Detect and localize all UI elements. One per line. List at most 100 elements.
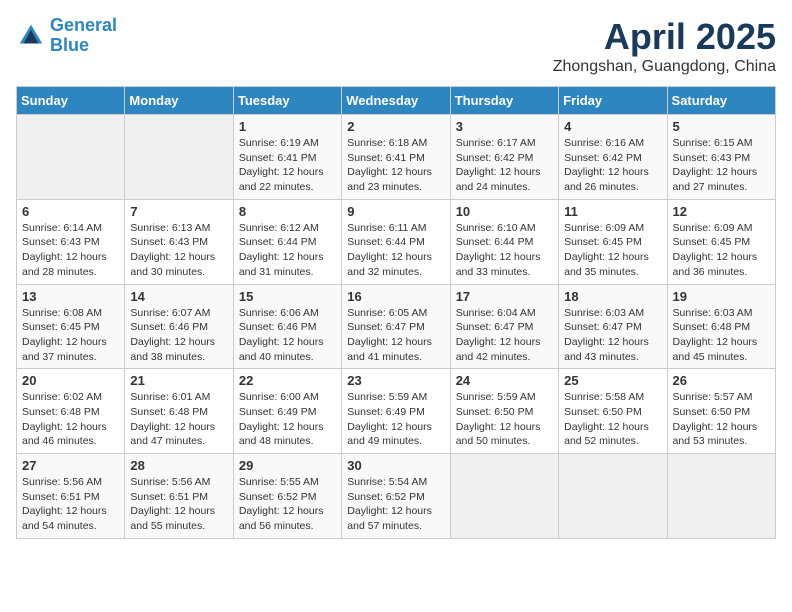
day-info: Sunrise: 6:09 AMSunset: 6:45 PMDaylight:… [564, 221, 661, 280]
logo-text: General Blue [50, 16, 117, 56]
day-info: Sunrise: 6:07 AMSunset: 6:46 PMDaylight:… [130, 306, 227, 365]
day-info: Sunrise: 5:54 AMSunset: 6:52 PMDaylight:… [347, 475, 444, 534]
day-number: 11 [564, 204, 661, 219]
day-number: 5 [673, 119, 770, 134]
calendar-cell: 15Sunrise: 6:06 AMSunset: 6:46 PMDayligh… [233, 284, 341, 369]
day-info: Sunrise: 6:02 AMSunset: 6:48 PMDaylight:… [22, 390, 119, 449]
day-info: Sunrise: 5:56 AMSunset: 6:51 PMDaylight:… [130, 475, 227, 534]
calendar-cell [667, 454, 775, 539]
calendar-cell: 19 Sunrise: 6:03 AMSunset: 6:48 PMDayligh… [667, 284, 775, 369]
day-number: 13 [22, 289, 119, 304]
calendar-cell: 20 Sunrise: 6:02 AMSunset: 6:48 PMDayligh… [17, 369, 125, 454]
day-number: 8 [239, 204, 336, 219]
calendar-cell: 3 Sunrise: 6:17 AMSunset: 6:42 PMDaylight… [450, 115, 558, 200]
day-info: Sunrise: 6:06 AMSunset: 6:46 PMDaylight:… [239, 306, 336, 365]
location-title: Zhongshan, Guangdong, China [553, 58, 776, 76]
calendar-cell: 21 Sunrise: 6:01 AMSunset: 6:48 PMDayligh… [125, 369, 233, 454]
calendar-week-2: 6 Sunrise: 6:14 AMSunset: 6:43 PMDaylight… [17, 199, 776, 284]
calendar-cell: 12 Sunrise: 6:09 AMSunset: 6:45 PMDayligh… [667, 199, 775, 284]
logo: General Blue [16, 16, 117, 56]
day-number: 7 [130, 204, 227, 219]
calendar-cell: 28Sunrise: 5:56 AMSunset: 6:51 PMDayligh… [125, 454, 233, 539]
calendar-cell: 16Sunrise: 6:05 AMSunset: 6:47 PMDayligh… [342, 284, 450, 369]
day-info: Sunrise: 5:59 AMSunset: 6:50 PMDaylight:… [456, 390, 553, 449]
calendar-cell: 30 Sunrise: 5:54 AMSunset: 6:52 PMDayligh… [342, 454, 450, 539]
day-info: Sunrise: 6:14 AMSunset: 6:43 PMDaylight:… [22, 221, 119, 280]
header-friday: Friday [559, 87, 667, 115]
day-info: Sunrise: 6:12 AMSunset: 6:44 PMDaylight:… [239, 221, 336, 280]
day-info: Sunrise: 6:08 AMSunset: 6:45 PMDaylight:… [22, 306, 119, 365]
day-number: 17 [456, 289, 553, 304]
calendar-cell: 11 Sunrise: 6:09 AMSunset: 6:45 PMDayligh… [559, 199, 667, 284]
calendar-cell: 23 Sunrise: 5:59 AMSunset: 6:49 PMDayligh… [342, 369, 450, 454]
calendar-cell: 9Sunrise: 6:11 AMSunset: 6:44 PMDaylight… [342, 199, 450, 284]
day-number: 6 [22, 204, 119, 219]
weekday-row: Sunday Monday Tuesday Wednesday Thursday… [17, 87, 776, 115]
day-info: Sunrise: 6:15 AMSunset: 6:43 PMDaylight:… [673, 136, 770, 195]
day-info: Sunrise: 6:04 AMSunset: 6:47 PMDaylight:… [456, 306, 553, 365]
day-info: Sunrise: 5:57 AMSunset: 6:50 PMDaylight:… [673, 390, 770, 449]
calendar-body: 1Sunrise: 6:19 AMSunset: 6:41 PMDaylight… [17, 115, 776, 539]
day-info: Sunrise: 6:03 AMSunset: 6:48 PMDaylight:… [673, 306, 770, 365]
calendar-cell: 6 Sunrise: 6:14 AMSunset: 6:43 PMDaylight… [17, 199, 125, 284]
header-wednesday: Wednesday [342, 87, 450, 115]
header-tuesday: Tuesday [233, 87, 341, 115]
calendar-week-3: 13 Sunrise: 6:08 AMSunset: 6:45 PMDayligh… [17, 284, 776, 369]
day-number: 21 [130, 373, 227, 388]
day-info: Sunrise: 6:10 AMSunset: 6:44 PMDaylight:… [456, 221, 553, 280]
day-number: 12 [673, 204, 770, 219]
day-number: 4 [564, 119, 661, 134]
calendar-cell: 4 Sunrise: 6:16 AMSunset: 6:42 PMDaylight… [559, 115, 667, 200]
day-number: 22 [239, 373, 336, 388]
day-number: 2 [347, 119, 444, 134]
logo-line1: General [50, 15, 117, 35]
calendar-table: Sunday Monday Tuesday Wednesday Thursday… [16, 86, 776, 539]
day-info: Sunrise: 5:58 AMSunset: 6:50 PMDaylight:… [564, 390, 661, 449]
calendar-cell: 24 Sunrise: 5:59 AMSunset: 6:50 PMDayligh… [450, 369, 558, 454]
day-info: Sunrise: 6:01 AMSunset: 6:48 PMDaylight:… [130, 390, 227, 449]
calendar-cell: 1Sunrise: 6:19 AMSunset: 6:41 PMDaylight… [233, 115, 341, 200]
calendar-cell: 7 Sunrise: 6:13 AMSunset: 6:43 PMDaylight… [125, 199, 233, 284]
day-info: Sunrise: 6:18 AMSunset: 6:41 PMDaylight:… [347, 136, 444, 195]
day-number: 19 [673, 289, 770, 304]
day-number: 23 [347, 373, 444, 388]
calendar-cell [17, 115, 125, 200]
day-info: Sunrise: 6:03 AMSunset: 6:47 PMDaylight:… [564, 306, 661, 365]
calendar-cell: 2 Sunrise: 6:18 AMSunset: 6:41 PMDaylight… [342, 115, 450, 200]
header-monday: Monday [125, 87, 233, 115]
day-number: 14 [130, 289, 227, 304]
day-number: 9 [347, 204, 444, 219]
day-info: Sunrise: 5:55 AMSunset: 6:52 PMDaylight:… [239, 475, 336, 534]
calendar-cell: 10 Sunrise: 6:10 AMSunset: 6:44 PMDayligh… [450, 199, 558, 284]
day-info: Sunrise: 6:09 AMSunset: 6:45 PMDaylight:… [673, 221, 770, 280]
day-info: Sunrise: 6:05 AMSunset: 6:47 PMDaylight:… [347, 306, 444, 365]
day-number: 24 [456, 373, 553, 388]
day-info: Sunrise: 5:56 AMSunset: 6:51 PMDaylight:… [22, 475, 119, 534]
day-number: 29 [239, 458, 336, 473]
logo-icon [16, 21, 46, 51]
calendar-cell: 13 Sunrise: 6:08 AMSunset: 6:45 PMDayligh… [17, 284, 125, 369]
day-number: 26 [673, 373, 770, 388]
logo-line2: Blue [50, 35, 89, 55]
day-info: Sunrise: 5:59 AMSunset: 6:49 PMDaylight:… [347, 390, 444, 449]
day-info: Sunrise: 6:13 AMSunset: 6:43 PMDaylight:… [130, 221, 227, 280]
day-number: 10 [456, 204, 553, 219]
title-area: April 2025 Zhongshan, Guangdong, China [553, 16, 776, 76]
calendar-cell [125, 115, 233, 200]
calendar-cell [450, 454, 558, 539]
calendar-cell: 18 Sunrise: 6:03 AMSunset: 6:47 PMDayligh… [559, 284, 667, 369]
calendar-week-1: 1Sunrise: 6:19 AMSunset: 6:41 PMDaylight… [17, 115, 776, 200]
header-sunday: Sunday [17, 87, 125, 115]
day-number: 3 [456, 119, 553, 134]
calendar-cell: 27 Sunrise: 5:56 AMSunset: 6:51 PMDayligh… [17, 454, 125, 539]
day-info: Sunrise: 6:17 AMSunset: 6:42 PMDaylight:… [456, 136, 553, 195]
day-number: 27 [22, 458, 119, 473]
day-info: Sunrise: 6:16 AMSunset: 6:42 PMDaylight:… [564, 136, 661, 195]
calendar-cell: 17 Sunrise: 6:04 AMSunset: 6:47 PMDayligh… [450, 284, 558, 369]
day-number: 20 [22, 373, 119, 388]
day-number: 18 [564, 289, 661, 304]
calendar-cell: 26 Sunrise: 5:57 AMSunset: 6:50 PMDayligh… [667, 369, 775, 454]
day-info: Sunrise: 6:19 AMSunset: 6:41 PMDaylight:… [239, 136, 336, 195]
day-number: 30 [347, 458, 444, 473]
calendar-cell: 14 Sunrise: 6:07 AMSunset: 6:46 PMDayligh… [125, 284, 233, 369]
